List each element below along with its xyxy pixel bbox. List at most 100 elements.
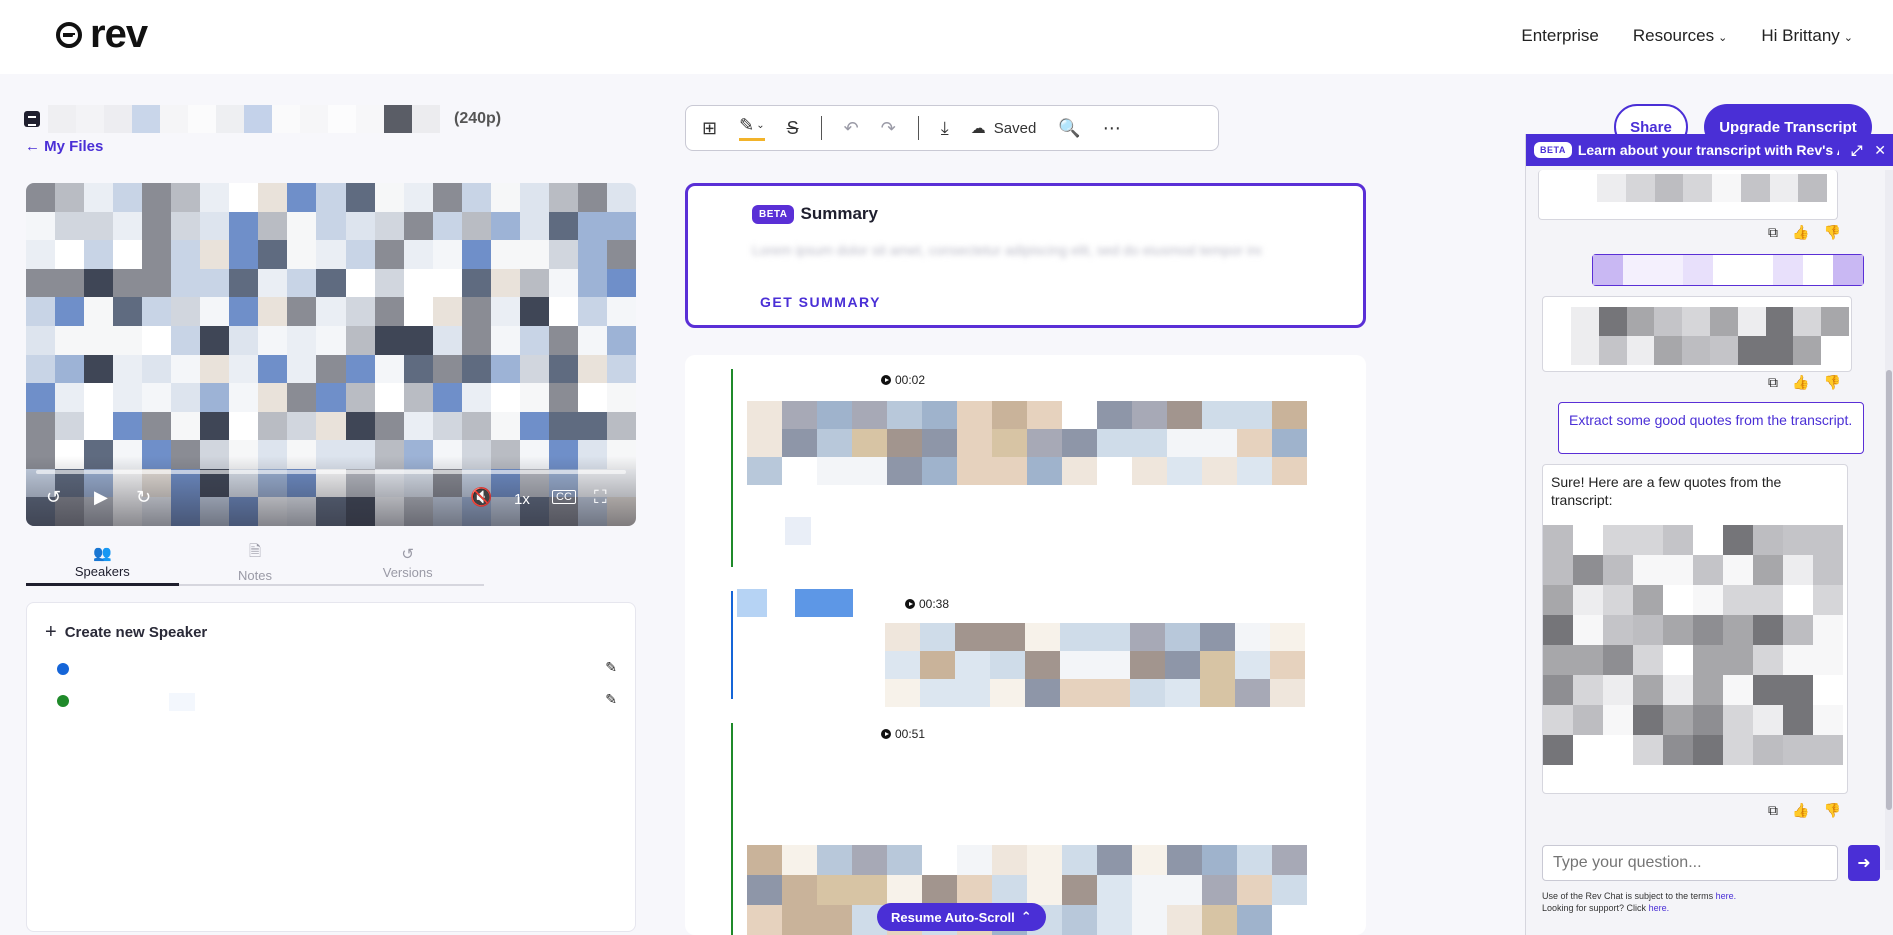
copy-icon[interactable]: ⧉ — [1768, 224, 1778, 241]
thumbs-down-icon[interactable]: 👎 — [1823, 374, 1840, 391]
strikethrough-icon[interactable]: S — [787, 118, 799, 139]
editor-toolbar: ⊞ ✎ ⌄ S ↶ ↷ ⤓ ☁ Saved 🔍 ⋯ — [685, 105, 1219, 151]
chat-scrollbar-thumb[interactable] — [1886, 370, 1892, 810]
get-summary-button[interactable]: GET SUMMARY — [760, 294, 881, 310]
closed-captions-button[interactable]: CC — [552, 490, 576, 504]
play-icon — [881, 375, 891, 385]
nav-resources[interactable]: Resources ⌄ — [1633, 26, 1727, 46]
speaker-avatar-redacted — [737, 589, 767, 617]
playback-speed-button[interactable]: 1x — [514, 491, 530, 508]
terms-link[interactable]: here. — [1716, 891, 1737, 901]
message-actions: ⧉ 👍 👎 — [1768, 802, 1841, 819]
video-controls: ↺ ▶ ↻ 🔇 1x CC ⛶ — [26, 456, 636, 526]
play-icon[interactable]: ▶ — [94, 487, 108, 508]
tab-speakers[interactable]: 👥 Speakers — [26, 540, 179, 586]
thumbs-down-icon[interactable]: 👎 — [1823, 224, 1840, 241]
rewind-icon[interactable]: ↺ — [46, 487, 61, 508]
plus-icon: + — [45, 621, 57, 643]
nav-enterprise[interactable]: Enterprise — [1521, 26, 1598, 46]
left-panel-tabs: 👥 Speakers 🗎 Notes ↺ Versions — [26, 540, 484, 586]
tab-notes[interactable]: 🗎 Notes — [179, 540, 332, 584]
summary-title: Summary — [800, 204, 878, 223]
tab-notes-label: Notes — [238, 568, 272, 583]
transcript-text-redacted[interactable] — [885, 623, 1305, 707]
segment-timestamp[interactable]: 00:02 — [881, 373, 925, 387]
summary-card: BETA Summary Lorem ipsum dolor sit amet,… — [685, 183, 1366, 328]
support-link[interactable]: here. — [1649, 903, 1670, 913]
beta-badge: BETA — [752, 204, 795, 224]
search-icon[interactable]: 🔍 — [1058, 118, 1080, 139]
create-new-speaker-button[interactable]: + Create new Speaker — [45, 621, 207, 644]
back-to-my-files-link[interactable]: ← My Files — [25, 138, 103, 155]
chat-terms-fineprint: Use of the Rev Chat is subject to the te… — [1542, 890, 1736, 914]
expand-icon[interactable]: ⤢ — [1851, 142, 1862, 159]
thumbs-down-icon[interactable]: 👎 — [1823, 802, 1840, 819]
file-name-redacted[interactable] — [48, 105, 440, 133]
thumbs-up-icon[interactable]: 👍 — [1792, 802, 1809, 819]
copy-icon[interactable]: ⧉ — [1768, 374, 1778, 391]
speaker-row[interactable]: ✎ — [57, 691, 617, 711]
forward-icon[interactable]: ↻ — [136, 487, 151, 508]
create-speaker-label: Create new Speaker — [64, 624, 208, 641]
chat-scrollbar[interactable] — [1885, 170, 1893, 870]
timestamp-label: 00:51 — [895, 727, 926, 741]
undo-icon[interactable]: ↶ — [844, 118, 859, 139]
chevron-up-icon: ⌃ — [1020, 909, 1032, 924]
speaker-segment-line — [731, 591, 733, 699]
edit-speaker-icon[interactable]: ✎ — [605, 659, 617, 676]
history-icon: ↺ — [401, 545, 414, 563]
mute-icon[interactable]: 🔇 — [470, 487, 492, 508]
thumbs-up-icon[interactable]: 👍 — [1792, 224, 1809, 241]
message-text-redacted — [1593, 255, 1863, 285]
highlight-pen-icon[interactable]: ✎ ⌄ — [739, 115, 765, 141]
copy-icon[interactable]: ⧉ — [1768, 802, 1778, 819]
nav-account-label: Hi Brittany — [1761, 26, 1840, 45]
speaker-color-dot — [57, 695, 69, 707]
speaker-segment-line — [731, 369, 733, 567]
redo-icon[interactable]: ↷ — [881, 118, 896, 139]
assistant-message-text: Sure! Here are a few quotes from the tra… — [1551, 474, 1782, 508]
send-question-button[interactable]: ➜ — [1848, 845, 1880, 881]
toolbar-divider — [917, 116, 919, 140]
beta-badge: BETA — [1534, 142, 1572, 158]
user-message: Extract some good quotes from the transc… — [1558, 402, 1864, 454]
add-comment-icon[interactable]: ⊞ — [702, 118, 717, 139]
file-title-row: (240p) — [24, 105, 501, 133]
top-navigation-bar: rev Enterprise Resources ⌄ Hi Brittany ⌄ — [0, 0, 1893, 74]
toolbar-divider — [820, 116, 822, 140]
video-player[interactable]: ↺ ▶ ↻ 🔇 1x CC ⛶ — [26, 183, 636, 526]
edit-speaker-icon[interactable]: ✎ — [605, 691, 617, 708]
resume-auto-scroll-button[interactable]: Resume Auto-Scroll ⌃ — [877, 903, 1046, 931]
rev-logo[interactable]: rev — [54, 14, 148, 54]
play-icon — [905, 599, 915, 609]
assistant-message — [1542, 296, 1852, 372]
ai-chat-header: BETA Learn about your transcript with Re… — [1526, 134, 1893, 166]
transcript-text-redacted — [785, 517, 811, 545]
segment-timestamp[interactable]: 00:38 — [905, 597, 949, 611]
thumbs-up-icon[interactable]: 👍 — [1792, 374, 1809, 391]
document-icon — [24, 111, 40, 127]
download-icon[interactable]: ⤓ — [941, 118, 949, 139]
speakers-panel: + Create new Speaker ✎ ✎ — [26, 602, 636, 932]
video-progress-bar[interactable] — [36, 470, 626, 474]
resume-auto-scroll-label: Resume Auto-Scroll — [891, 909, 1015, 925]
notes-icon: 🗎 — [248, 543, 262, 560]
transcript-text-redacted[interactable] — [747, 401, 1307, 485]
speaker-name-redacted — [169, 693, 195, 711]
message-text-redacted — [1597, 174, 1827, 202]
rev-logo-icon — [54, 19, 84, 49]
tab-versions-label: Versions — [382, 564, 433, 580]
close-icon[interactable]: ✕ — [1874, 142, 1886, 159]
video-quality-label: (240p) — [454, 110, 502, 127]
more-options-icon[interactable]: ⋯ — [1103, 118, 1121, 139]
assistant-message: Sure! Here are a few quotes from the tra… — [1542, 464, 1848, 794]
speaker-segment-line — [731, 723, 733, 935]
speaker-row[interactable]: ✎ — [57, 659, 617, 679]
segment-timestamp[interactable]: 00:51 — [881, 727, 925, 741]
tab-versions[interactable]: ↺ Versions — [331, 540, 484, 584]
fullscreen-icon[interactable]: ⛶ — [594, 487, 607, 508]
ai-chat-title: Learn about your transcript with Rev's A… — [1577, 142, 1840, 158]
ai-question-input[interactable] — [1542, 845, 1838, 881]
user-message — [1592, 254, 1864, 286]
nav-account-menu[interactable]: Hi Brittany ⌄ — [1761, 26, 1853, 46]
